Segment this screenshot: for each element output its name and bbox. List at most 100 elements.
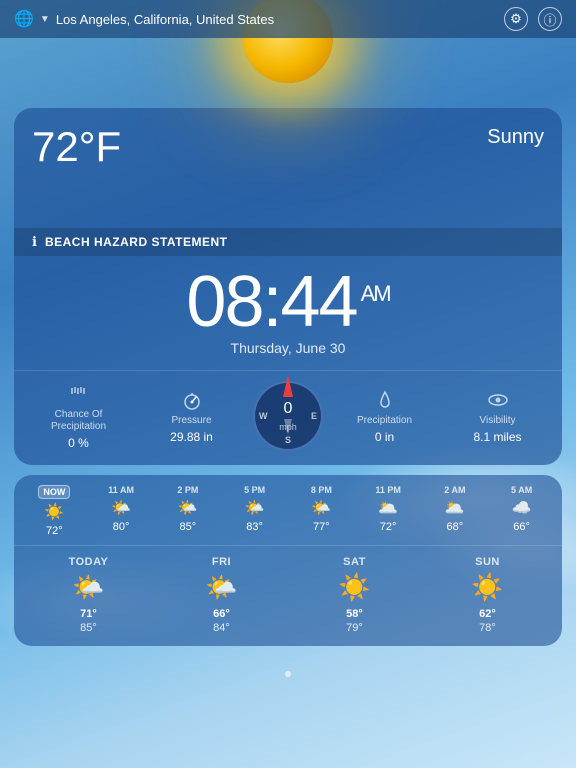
pressure-value: 29.88 in	[170, 430, 213, 444]
daily-icon: 🌤️	[205, 572, 237, 603]
rain-label: Precipitation	[357, 415, 412, 427]
hourly-time: 11 AM	[108, 485, 134, 495]
hourly-row: NOW☀️72°11 AM🌤️80°2 PM🌤️85°5 PM🌤️83°8 PM…	[14, 475, 562, 546]
hourly-temp: 72°	[46, 525, 63, 537]
hourly-time: 2 PM	[177, 485, 198, 495]
hourly-temp: 72°	[380, 521, 397, 533]
hourly-item: 2 PM 🌤️ 85°	[156, 485, 221, 537]
time-display: 08:44AM	[24, 266, 552, 338]
daily-row: TODAY🌤️71°85°FRI🌤️66°84°SAT☀️58°79°SUN☀️…	[14, 546, 562, 646]
alert-text: BEACH HAZARD STATEMENT	[45, 235, 228, 249]
page-dot-1	[285, 671, 291, 677]
compass-center: 0 mph	[279, 397, 297, 435]
hourly-item: 11 PM 🌥️ 72°	[356, 485, 421, 537]
hourly-item: 5 AM ☁️ 66°	[489, 485, 554, 537]
hourly-icon: 🌤️	[178, 498, 198, 518]
daily-temps: 58°79°	[346, 607, 363, 636]
hourly-item: 11 AM🌤️80°	[89, 485, 154, 537]
visibility-icon	[487, 388, 509, 412]
hourly-temp: 68°	[447, 521, 464, 533]
daily-temps: 66°84°	[213, 607, 230, 636]
hourly-icon: ☁️	[512, 498, 532, 518]
hourly-time: 8 PM	[311, 485, 332, 495]
card-top: 72°F Sunny	[14, 108, 562, 228]
daily-icon: ☀️	[471, 572, 503, 603]
dropdown-arrow-icon: ▼	[40, 14, 50, 25]
daily-item: TODAY🌤️71°85°	[22, 556, 155, 636]
main-weather-card: 72°F Sunny ℹ BEACH HAZARD STATEMENT 08:4…	[14, 108, 562, 465]
location-label: Los Angeles, California, United States	[56, 12, 274, 27]
daily-day: FRI	[212, 556, 231, 568]
compass-w-label: W	[259, 411, 268, 421]
daily-low: 71°	[80, 608, 97, 620]
daily-low: 62°	[479, 608, 496, 620]
hourly-icon: ☀️	[44, 502, 64, 522]
hourly-icon: 🌤️	[245, 498, 265, 518]
compass-e-label: E	[311, 411, 317, 421]
hourly-time: 5 AM	[511, 485, 532, 495]
hourly-temp: 66°	[513, 521, 530, 533]
daily-low: 66°	[213, 608, 230, 620]
stats-row: Chance Of Precipitation 0 % Pressure 29.…	[14, 370, 562, 465]
precipitation-value: 0 %	[68, 436, 89, 450]
hourly-temp: 77°	[313, 521, 330, 533]
hourly-time: 5 PM	[244, 485, 265, 495]
page-indicator	[0, 660, 576, 690]
pressure-stat: Pressure 29.88 in	[135, 388, 248, 444]
precipitation-icon	[68, 382, 90, 406]
daily-item: SUN ☀️ 62° 78°	[421, 556, 554, 636]
hourly-time: 11 PM	[375, 485, 401, 495]
settings-button[interactable]: ⚙	[504, 7, 528, 31]
daily-day: SAT	[343, 556, 366, 568]
daily-icon: ☀️	[338, 572, 370, 603]
visibility-stat: Visibility 8.1 miles	[441, 388, 554, 444]
temperature-display: 72°F	[32, 126, 544, 168]
forecast-card: NOW☀️72°11 AM🌤️80°2 PM🌤️85°5 PM🌤️83°8 PM…	[14, 475, 562, 646]
info-button[interactable]: ⓘ	[538, 7, 562, 31]
hourly-icon: 🌤️	[311, 498, 331, 518]
hourly-temp: 85°	[180, 521, 197, 533]
hourly-icon: 🌥️	[378, 498, 398, 518]
globe-icon: 🌐	[14, 9, 34, 29]
compass: W E S 0 mph	[253, 381, 323, 451]
daily-icon: 🌤️	[72, 572, 104, 603]
visibility-label: Visibility	[480, 415, 516, 427]
pressure-label: Pressure	[171, 415, 211, 427]
date-display: Thursday, June 30	[24, 340, 552, 356]
daily-day: TODAY	[69, 556, 109, 568]
daily-high: 85°	[80, 622, 97, 634]
hourly-time: NOW	[38, 485, 70, 499]
daily-item: FRI🌤️66°84°	[155, 556, 288, 636]
daily-item: SAT ☀️ 58°79°	[288, 556, 421, 636]
hourly-item: 5 PM 🌤️ 83°	[222, 485, 287, 537]
condition-display: Sunny	[487, 126, 544, 149]
time-value: 08:44	[186, 262, 356, 342]
pressure-icon	[181, 388, 203, 412]
rain-value: 0 in	[375, 430, 394, 444]
hourly-item: NOW ☀️ 72°	[22, 485, 87, 537]
daily-high: 78°	[479, 622, 496, 634]
header-right: ⚙ ⓘ	[504, 7, 562, 31]
hourly-item: 2 AM 🌥️ 68°	[423, 485, 488, 537]
rain-stat: Precipitation 0 in	[328, 388, 441, 444]
daily-low: 58°	[346, 608, 363, 620]
wind-speed: 0	[279, 401, 297, 417]
wind-stat: W E S 0 mph	[248, 381, 328, 451]
header: 🌐 ▼ Los Angeles, California, United Stat…	[0, 0, 576, 38]
compass-circle: W E S 0 mph	[253, 381, 323, 451]
precipitation-stat: Chance Of Precipitation 0 %	[22, 382, 135, 450]
daily-temps: 71°85°	[80, 607, 97, 636]
daily-day: SUN	[475, 556, 500, 568]
daily-high: 84°	[213, 622, 230, 634]
hourly-temp: 80°	[113, 521, 130, 533]
hourly-time: 2 AM	[444, 485, 465, 495]
ampm-label: AM	[361, 281, 390, 306]
header-left: 🌐 ▼ Los Angeles, California, United Stat…	[14, 9, 274, 29]
time-section: 08:44AM Thursday, June 30	[14, 256, 562, 370]
hourly-temp: 83°	[246, 521, 263, 533]
alert-banner: ℹ BEACH HAZARD STATEMENT	[14, 228, 562, 256]
alert-icon: ℹ	[32, 234, 37, 250]
rain-icon	[374, 388, 396, 412]
visibility-value: 8.1 miles	[473, 430, 521, 444]
hourly-icon: 🌥️	[445, 498, 465, 518]
